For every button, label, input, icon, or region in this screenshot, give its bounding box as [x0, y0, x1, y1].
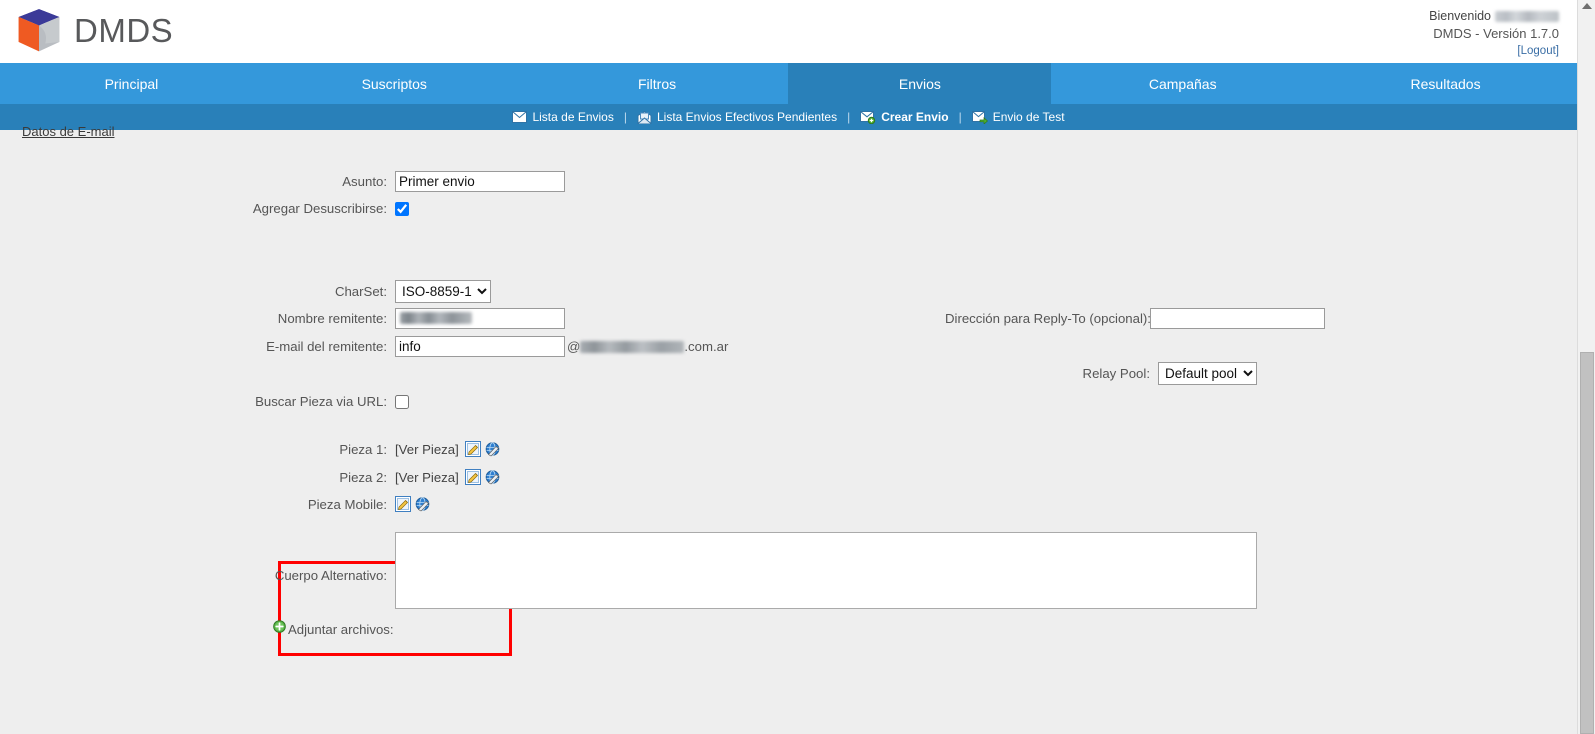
nav-tab-envios[interactable]: Envios	[788, 63, 1052, 104]
nav-tab-label: Envios	[898, 75, 941, 92]
field-row-charset: CharSet: ISO-8859-1	[250, 280, 570, 303]
field-row-buscar-pieza-url: Buscar Pieza via URL:	[250, 394, 580, 409]
field-row-pieza-1: Pieza 1: [Ver Pieza]	[250, 441, 501, 457]
subnav-item-lista-de-envios[interactable]: Lista de Envios	[504, 110, 621, 124]
header-user-block: Bienvenido DMDS - Versión 1.7.0 [Logout]	[1429, 8, 1559, 60]
subnav-separator: |	[847, 110, 851, 124]
nav-tab-suscriptos[interactable]: Suscriptos	[263, 63, 526, 104]
envelope-plus-icon	[860, 110, 876, 124]
page-scrollbar[interactable]	[1577, 0, 1595, 734]
charset-select[interactable]: ISO-8859-1	[395, 280, 491, 303]
nav-tab-principal[interactable]: Principal	[0, 63, 263, 104]
brand-name: DMDS	[74, 12, 174, 49]
dmds-cube-icon	[18, 9, 60, 52]
subnav-label: Lista Envios Efectivos Pendientes	[656, 110, 838, 124]
buscar-pieza-url-checkbox[interactable]	[395, 394, 409, 409]
asunto-input[interactable]	[395, 171, 565, 192]
edit-page-icon[interactable]	[464, 469, 481, 485]
edit-page-icon[interactable]	[395, 496, 411, 512]
nav-tab-resultados[interactable]: Resultados	[1314, 63, 1577, 104]
web-design-icon[interactable]	[485, 441, 501, 457]
nav-tab-label: Principal	[104, 75, 159, 92]
email-domain-redacted	[580, 341, 685, 353]
app-window: DMDS Bienvenido DMDS - Versión 1.7.0 [Lo…	[0, 0, 1595, 734]
label-pieza-2: Pieza 2:	[339, 469, 387, 485]
email-domain-text: @ .com.ar	[567, 339, 728, 354]
main-navigation: Principal Suscriptos Filtros Envios Camp…	[0, 63, 1577, 104]
relay-pool-select[interactable]: Default pool	[1158, 362, 1257, 385]
nav-tab-label: Resultados	[1410, 75, 1481, 92]
edit-page-icon[interactable]	[464, 441, 481, 457]
subnav-separator: |	[958, 110, 962, 124]
ver-pieza-2-link[interactable]: [Ver Pieza]	[395, 470, 459, 485]
label-buscar-pieza-url: Buscar Pieza via URL:	[255, 394, 387, 409]
field-row-relay-pool: Relay Pool: Default pool	[1080, 362, 1257, 385]
field-row-asunto: Asunto:	[250, 171, 570, 192]
subnav-label: Lista de Envios	[532, 110, 614, 124]
nombre-remitente-redacted	[400, 312, 472, 324]
envelope-arrow-icon	[971, 110, 988, 124]
page-header: DMDS Bienvenido DMDS - Versión 1.7.0 [Lo…	[0, 0, 1577, 63]
envelope-icon	[512, 111, 528, 123]
main-content: Datos de E-mail Asunto: Agregar Desuscri…	[0, 124, 1577, 734]
agregar-desuscribirse-checkbox[interactable]	[395, 201, 409, 216]
username-redacted	[1495, 11, 1559, 22]
nav-tab-label: Campañas	[1148, 75, 1217, 92]
label-nombre-remitente: Nombre remitente:	[277, 311, 387, 326]
brand-logo[interactable]: DMDS	[14, 6, 173, 56]
ver-pieza-1-link[interactable]: [Ver Pieza]	[395, 442, 459, 457]
subnav-label: Crear Envio	[881, 110, 949, 124]
green-plus-icon[interactable]	[273, 620, 286, 638]
scroll-up-arrow-icon[interactable]	[1582, 3, 1592, 9]
nav-tab-campanas[interactable]: Campañas	[1051, 63, 1314, 104]
subnav-item-envio-de-test[interactable]: Envio de Test	[964, 110, 1073, 124]
field-row-pieza-mobile: Pieza Mobile:	[250, 496, 431, 512]
field-row-pieza-2: Pieza 2: [Ver Pieza]	[250, 469, 501, 485]
welcome-line: Bienvenido	[1429, 8, 1559, 25]
field-row-agregar-desuscribirse: Agregar Desuscribirse:	[250, 201, 570, 216]
field-row-adjuntar-archivos: Adjuntar archivos:	[273, 620, 394, 638]
field-row-reply-to: Dirección para Reply-To (opcional):	[945, 308, 1325, 329]
field-row-cuerpo-alternativo: Cuerpo Alternativo:	[250, 532, 1257, 609]
logout-link[interactable]: [Logout]	[1517, 45, 1559, 57]
web-design-icon[interactable]	[415, 496, 431, 512]
at-symbol: @	[567, 339, 581, 354]
subnav-item-crear-envio[interactable]: Crear Envio	[852, 110, 956, 124]
email-domain-suffix: .com.ar	[684, 339, 729, 354]
sub-navigation: Lista de Envios | Lista Envios Efectivos…	[0, 104, 1577, 130]
nav-tab-label: Suscriptos	[361, 75, 427, 92]
nav-tab-filtros[interactable]: Filtros	[526, 63, 789, 104]
field-row-nombre-remitente: Nombre remitente:	[250, 308, 580, 329]
label-charset: CharSet:	[334, 284, 387, 299]
subnav-separator: |	[623, 110, 627, 124]
subnav-label: Envio de Test	[992, 110, 1065, 124]
field-row-email-remitente: E-mail del remitente: @ .com.ar	[250, 336, 750, 357]
welcome-label: Bienvenido	[1429, 9, 1491, 23]
envelope-open-icon	[637, 110, 652, 124]
email-remitente-input[interactable]	[395, 336, 565, 357]
label-email-remitente: E-mail del remitente:	[266, 339, 387, 354]
label-pieza-1: Pieza 1:	[339, 441, 387, 457]
label-pieza-mobile: Pieza Mobile:	[307, 496, 387, 512]
reply-to-input[interactable]	[1150, 308, 1325, 329]
cuerpo-alternativo-textarea[interactable]	[395, 532, 1257, 609]
version-label: DMDS - Versión 1.7.0	[1433, 26, 1559, 41]
logout-line[interactable]: [Logout]	[1429, 42, 1559, 60]
web-design-icon[interactable]	[485, 469, 501, 485]
nav-tab-label: Filtros	[638, 75, 677, 92]
label-agregar-desuscribirse: Agregar Desuscribirse:	[252, 201, 387, 216]
label-relay-pool: Relay Pool:	[1082, 366, 1150, 381]
label-asunto: Asunto:	[342, 174, 387, 189]
label-reply-to: Dirección para Reply-To (opcional):	[945, 311, 1151, 326]
section-title-datos-de-email: Datos de E-mail	[22, 124, 115, 139]
subnav-item-lista-envios-efectivos-pendientes[interactable]: Lista Envios Efectivos Pendientes	[629, 110, 845, 124]
scrollbar-thumb[interactable]	[1580, 352, 1594, 734]
label-adjuntar-archivos: Adjuntar archivos:	[288, 621, 394, 637]
label-cuerpo-alternativo: Cuerpo Alternativo:	[274, 568, 387, 583]
